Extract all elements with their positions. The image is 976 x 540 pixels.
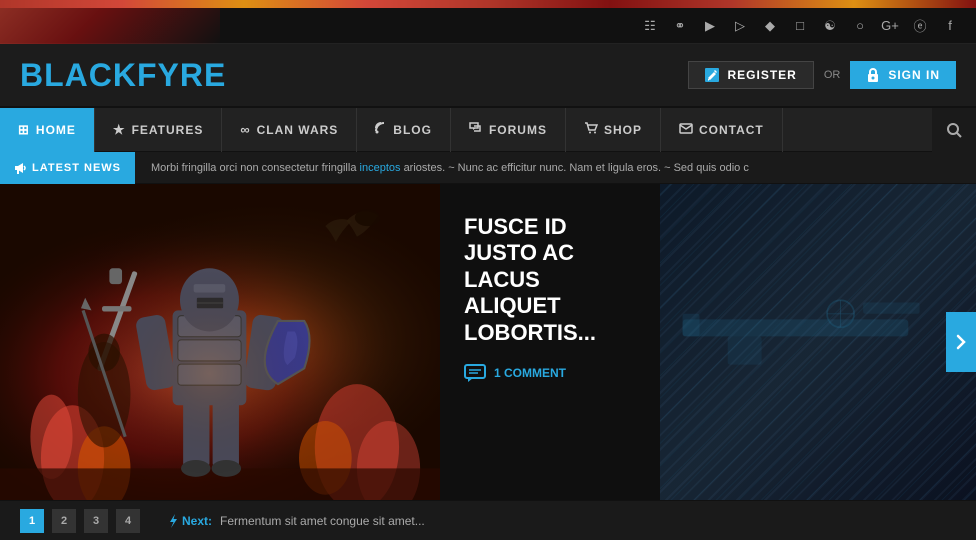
next-preview-text: Fermentum sit amet congue sit amet... [220,514,425,528]
nav-item-forums-label: FORUMS [489,123,547,137]
nav-item-blog[interactable]: BLOG [357,108,451,152]
register-button[interactable]: REGISTER [688,61,813,89]
cart-icon [584,122,598,137]
nav-item-contact-label: CONTACT [699,123,764,137]
site-logo[interactable]: BLACKFYRE [20,57,226,94]
vimeo-icon[interactable]: ▶ [700,16,720,36]
latest-news-label: LATEST NEWS [0,152,135,184]
star-icon: ★ [113,122,126,138]
news-ticker-link[interactable]: inceptos [360,162,401,174]
twitter-icon[interactable]: ⓔ [910,16,930,36]
slide-dot-4[interactable]: 4 [116,509,140,533]
nav-item-shop-label: SHOP [604,123,642,137]
search-icon [946,122,962,138]
hero-comments[interactable]: 1 COMMENT [464,364,636,382]
nav-item-home[interactable]: ⊞ HOME [0,108,95,152]
google-plus-icon[interactable]: G+ [880,16,900,36]
signin-button[interactable]: SIGN IN [850,61,956,89]
lightning-icon [168,513,178,529]
logo-blue: FYRE [137,57,226,93]
logo-black: BLACK [20,57,137,93]
nav-item-forums[interactable]: FORUMS [451,108,566,152]
next-slide-arrow[interactable] [946,312,976,372]
dribbble-icon[interactable]: ⚭ [670,16,690,36]
main-content-area: FUSCE ID JUSTO AC LACUS ALIQUET LOBORTIS… [0,184,976,500]
instagram-icon[interactable]: □ [790,16,810,36]
nav-item-home-label: HOME [36,123,76,137]
infinity-icon: ∞ [240,122,250,137]
next-preview-bar: Next: Fermentum sit amet congue sit amet… [168,513,425,529]
next-slide-visual [660,184,976,500]
next-label: Next: [168,513,212,529]
bottom-controls-bar: 1 2 3 4 Next: Fermentum sit amet congue … [0,500,976,540]
nav-item-clanwars-label: CLAN WARS [257,123,339,137]
comment-icon [464,364,486,382]
youtube-icon[interactable]: ▷ [730,16,750,36]
nav-item-clanwars[interactable]: ∞ CLAN WARS [222,108,357,152]
nav-item-blog-label: BLOG [393,123,432,137]
hero-text-panel: FUSCE ID JUSTO AC LACUS ALIQUET LOBORTIS… [440,184,660,500]
fire-decoration [0,0,976,8]
twitch-icon[interactable]: ◆ [760,16,780,36]
top-social-bar: ☷ ⚭ ▶ ▷ ◆ □ ☯ ○ G+ ⓔ f [0,8,976,44]
social-icons-container: ☷ ⚭ ▶ ▷ ◆ □ ☯ ○ G+ ⓔ f [640,16,960,36]
megaphone-icon [14,162,26,174]
nav-item-features[interactable]: ★ FEATURES [95,108,222,152]
chevron-right-icon [956,334,966,350]
nav-item-features-label: FEATURES [132,123,204,137]
slide-dot-1[interactable]: 1 [20,509,44,533]
nav-item-shop[interactable]: SHOP [566,108,661,152]
or-text: OR [824,69,841,81]
register-label: REGISTER [727,68,796,82]
search-button[interactable] [932,108,976,152]
home-icon: ⊞ [18,122,30,138]
main-nav: ⊞ HOME ★ FEATURES ∞ CLAN WARS BLOG FORUM… [0,108,976,152]
next-slide-preview[interactable] [660,184,976,500]
lock-icon [866,67,880,83]
mail-icon [679,122,693,137]
hero-slider: FUSCE ID JUSTO AC LACUS ALIQUET LOBORTIS… [0,184,976,500]
news-ticker: Morbi fringilla orci non consectetur fri… [135,162,765,174]
site-header: BLACKFYRE REGISTER OR SIGN IN [0,44,976,108]
slide-dot-2[interactable]: 2 [52,509,76,533]
hero-image [0,184,440,500]
nav-item-contact[interactable]: CONTACT [661,108,783,152]
header-auth-area: REGISTER OR SIGN IN [688,61,956,89]
slide-dot-3[interactable]: 3 [84,509,108,533]
forums-icon [469,122,483,137]
facebook-icon[interactable]: f [940,16,960,36]
edit-icon [705,68,719,82]
rss-nav-icon [375,122,387,137]
knight-illustration [0,184,440,500]
swirl-icon[interactable]: ☯ [820,16,840,36]
top-bar-bg-decoration [0,8,220,44]
rss-icon[interactable]: ☷ [640,16,660,36]
pinterest-icon[interactable]: ○ [850,16,870,36]
comments-count: 1 COMMENT [494,366,566,380]
latest-news-bar: LATEST NEWS Morbi fringilla orci non con… [0,152,976,184]
hero-title: FUSCE ID JUSTO AC LACUS ALIQUET LOBORTIS… [464,214,636,346]
signin-label: SIGN IN [888,68,940,82]
